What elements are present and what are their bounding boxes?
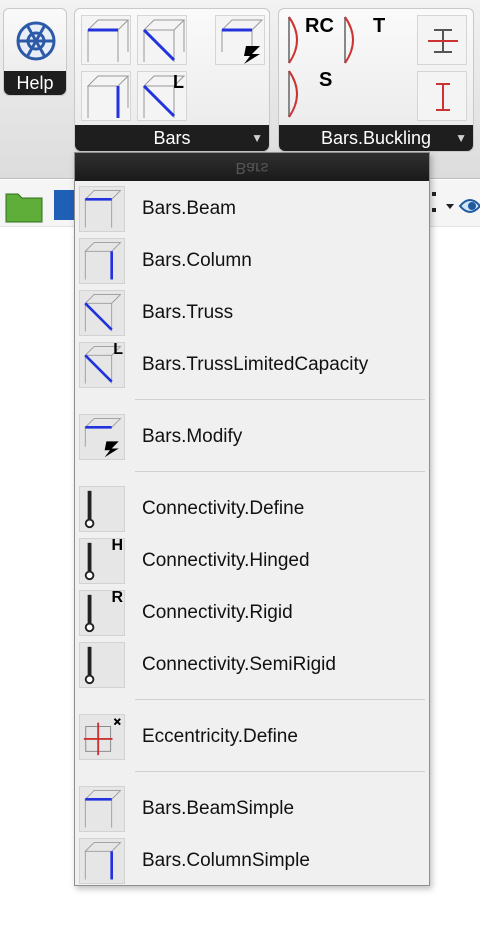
buckling-define-icon <box>436 83 450 111</box>
save-icon[interactable] <box>52 186 76 224</box>
menu-item-label: Bars.Modify <box>142 426 243 447</box>
eccentricity-define-icon <box>79 714 125 760</box>
menu-separator <box>135 699 425 700</box>
bars-column-button[interactable] <box>81 71 131 121</box>
dropdown-arrow-icon[interactable] <box>432 186 456 224</box>
menu-item-bars-beam-simple[interactable]: Bars.BeamSimple <box>75 783 429 835</box>
connectivity-define-icon <box>79 486 125 532</box>
menu-item-label: Connectivity.SemiRigid <box>142 654 336 675</box>
menu-item-label: Connectivity.Hinged <box>142 550 310 571</box>
open-folder-icon[interactable] <box>4 186 44 224</box>
menu-item-connectivity-hinged[interactable]: H Connectivity.Hinged <box>75 535 429 587</box>
eye-icon[interactable] <box>458 186 480 224</box>
menu-item-bars-truss[interactable]: Bars.Truss <box>75 287 429 339</box>
bars-truss-icon <box>79 290 125 336</box>
buckling-s-tag: S <box>319 69 333 91</box>
menu-item-label: Bars.ColumnSimple <box>142 850 310 871</box>
bars-truss-icon <box>142 19 186 62</box>
menu-item-label: Connectivity.Rigid <box>142 602 293 623</box>
menu-item-bars-truss-limited[interactable]: L Bars.TrussLimitedCapacity <box>75 339 429 391</box>
menu-item-label: Bars.Column <box>142 250 252 271</box>
buckling-t-tag: T <box>373 15 386 37</box>
bars-truss-button[interactable] <box>137 15 187 65</box>
bars-beam-icon <box>86 19 130 62</box>
bars-truss-limited-icon: L <box>79 341 125 388</box>
buckling-rc-tag: RC <box>305 15 334 37</box>
buckling-t-button[interactable]: T <box>343 15 393 65</box>
bars-group: L Bars ▼ <box>74 8 270 152</box>
item-badge: L <box>113 341 123 358</box>
buckling-length-button[interactable] <box>417 15 467 65</box>
help-label: Help <box>4 71 66 95</box>
bars-group-title: Bars <box>153 128 191 148</box>
bars-column-icon <box>86 75 130 118</box>
buckling-s-button[interactable]: S <box>285 69 335 119</box>
menu-item-eccentricity-define[interactable]: Eccentricity.Define <box>75 711 429 763</box>
menu-item-label: Connectivity.Define <box>142 498 305 519</box>
bars-beam-icon <box>79 186 125 232</box>
help-group[interactable]: Help <box>3 8 67 96</box>
connectivity-semirigid-icon <box>79 642 125 688</box>
bars-column-icon <box>79 238 125 284</box>
buckling-group: RC T S Bars.Buckling ▼ <box>278 8 474 152</box>
buckling-group-title: Bars.Buckling <box>320 128 432 148</box>
buckling-curve-icon <box>344 16 354 64</box>
chevron-down-icon[interactable]: ▼ <box>455 125 467 151</box>
menu-item-connectivity-define[interactable]: Connectivity.Define <box>75 483 429 535</box>
menu-item-label: Bars.Truss <box>142 302 234 323</box>
bars-dropdown-menu: Bars Bars.Beam Bars.Column Bars.Truss L … <box>74 152 430 886</box>
menu-item-bars-modify[interactable]: Bars.Modify <box>75 411 429 463</box>
menu-item-label: Eccentricity.Define <box>142 726 298 747</box>
buckling-define-button[interactable] <box>417 71 467 121</box>
buckling-group-label[interactable]: Bars.Buckling ▼ <box>279 125 473 151</box>
bars-modify-icon <box>220 19 264 64</box>
connectivity-hinged-icon: H <box>79 537 125 584</box>
menu-item-bars-beam[interactable]: Bars.Beam <box>75 183 429 235</box>
menu-item-label: Bars.TrussLimitedCapacity <box>142 354 369 375</box>
bars-column-simple-icon <box>79 838 125 884</box>
bars-beam-simple-icon <box>79 786 125 832</box>
menu-item-bars-column[interactable]: Bars.Column <box>75 235 429 287</box>
menu-separator <box>135 471 425 472</box>
menu-item-connectivity-rigid[interactable]: R Connectivity.Rigid <box>75 587 429 639</box>
buckling-length-icon <box>428 29 458 53</box>
bars-modify-button[interactable] <box>215 15 265 65</box>
menu-item-bars-column-simple[interactable]: Bars.ColumnSimple <box>75 835 429 887</box>
menu-header: Bars <box>75 153 429 181</box>
menu-separator <box>135 771 425 772</box>
bars-group-label[interactable]: Bars ▼ <box>75 125 269 151</box>
help-wheel-icon <box>16 21 56 61</box>
menu-separator <box>135 399 425 400</box>
truss-limited-badge: L <box>173 72 184 92</box>
item-badge: R <box>111 589 123 606</box>
connectivity-rigid-icon: R <box>79 589 125 636</box>
menu-item-label: Bars.BeamSimple <box>142 798 295 819</box>
bars-beam-button[interactable] <box>81 15 131 65</box>
bars-modify-icon <box>79 414 125 460</box>
menu-item-connectivity-semirigid[interactable]: Connectivity.SemiRigid <box>75 639 429 691</box>
chevron-down-icon[interactable]: ▼ <box>251 125 263 151</box>
bars-truss-limited-button[interactable]: L <box>137 71 187 121</box>
item-badge: H <box>111 537 123 554</box>
menu-item-label: Bars.Beam <box>142 198 236 219</box>
buckling-rc-button[interactable]: RC <box>285 15 341 65</box>
